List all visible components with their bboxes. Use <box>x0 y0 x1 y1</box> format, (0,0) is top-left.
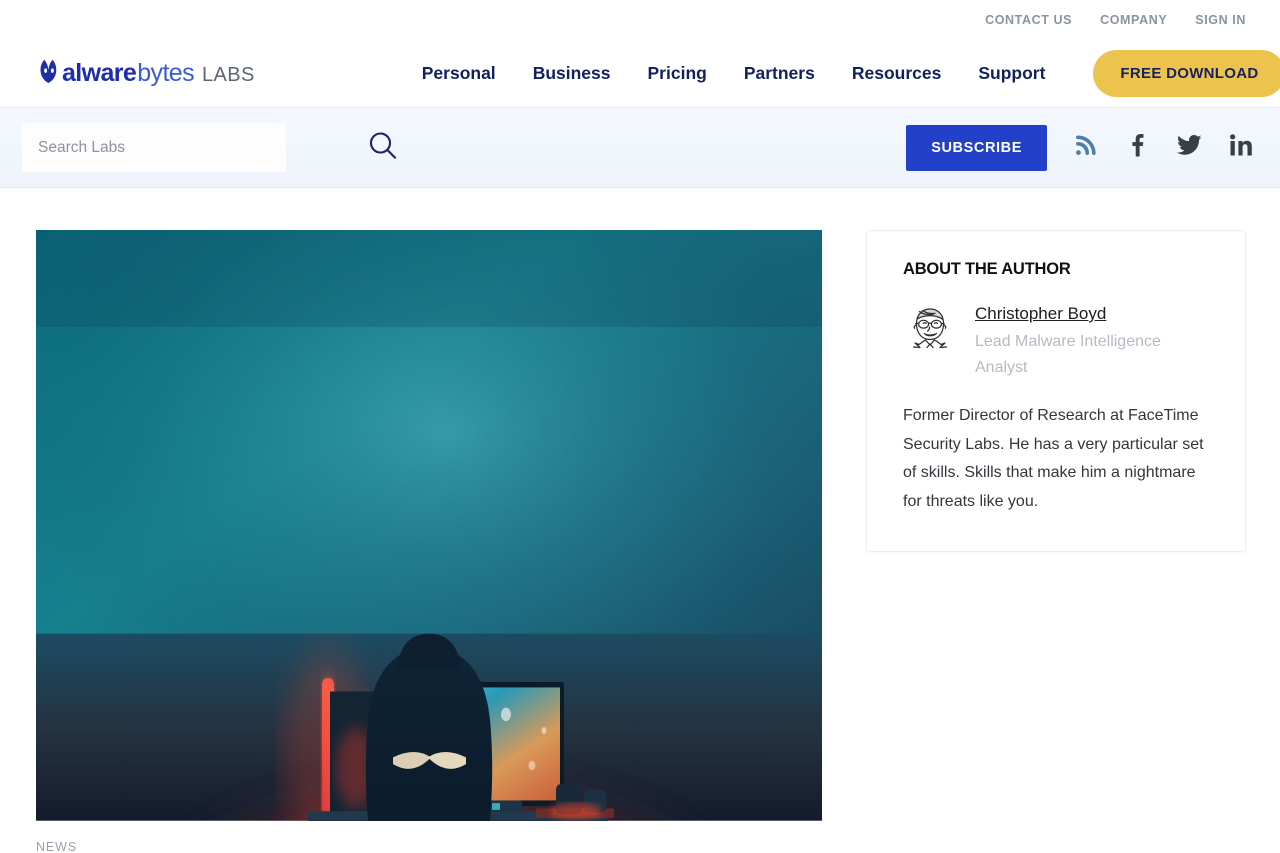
nav-item-partners[interactable]: Partners <box>744 63 815 84</box>
twitter-icon <box>1176 134 1202 161</box>
site-logo[interactable]: alware bytes LABS <box>36 59 255 89</box>
social-links <box>1070 133 1256 163</box>
about-the-author-card: ABOUT THE AUTHOR Christopher Boyd Lead M… <box>866 230 1246 552</box>
article-category[interactable]: NEWS <box>36 840 822 853</box>
utility-link-company[interactable]: COMPANY <box>1100 13 1167 27</box>
main-navigation: alware bytes LABS Personal Business Pric… <box>0 40 1280 108</box>
author-role: Lead Malware Intelligence Analyst <box>975 332 1161 376</box>
search-icon <box>366 129 400 166</box>
logo-text-alware: alware <box>62 59 137 87</box>
linkedin-icon <box>1229 133 1253 162</box>
nav-item-business[interactable]: Business <box>533 63 611 84</box>
utility-bar: CONTACT US COMPANY SIGN IN <box>0 0 1280 40</box>
search-input[interactable] <box>22 123 286 172</box>
author-meta: Christopher Boyd Lead Malware Intelligen… <box>975 302 1187 380</box>
rss-link[interactable] <box>1070 133 1100 163</box>
nav-item-support[interactable]: Support <box>978 63 1045 84</box>
sidebar: ABOUT THE AUTHOR Christopher Boyd Lead M… <box>866 230 1246 821</box>
nav-item-resources[interactable]: Resources <box>852 63 942 84</box>
utility-link-sign-in[interactable]: SIGN IN <box>1195 13 1246 27</box>
nav-links: Personal Business Pricing Partners Resou… <box>422 63 1046 84</box>
linkedin-link[interactable] <box>1226 133 1256 163</box>
logo-text-labs: LABS <box>202 64 255 86</box>
labs-search-bar: SUBSCRIBE <box>0 108 1280 188</box>
rss-icon <box>1074 134 1097 162</box>
twitter-link[interactable] <box>1174 133 1204 163</box>
nav-item-personal[interactable]: Personal <box>422 63 496 84</box>
labs-bar-actions: SUBSCRIBE <box>906 124 1256 171</box>
page-body: NEWS New streaming ad technology plays h… <box>0 188 1280 853</box>
free-download-button[interactable]: FREE DOWNLOAD <box>1093 50 1280 97</box>
malwarebytes-m-icon <box>36 59 62 89</box>
author-row: Christopher Boyd Lead Malware Intelligen… <box>903 302 1211 380</box>
nav-item-pricing[interactable]: Pricing <box>648 63 707 84</box>
logo-text-bytes: bytes <box>137 59 194 87</box>
article-hero-image[interactable] <box>36 230 822 821</box>
author-name[interactable]: Christopher Boyd <box>975 304 1106 323</box>
facebook-icon <box>1126 133 1148 162</box>
subscribe-button[interactable]: SUBSCRIBE <box>906 124 1047 171</box>
author-avatar <box>903 302 957 356</box>
author-bio: Former Director of Research at FaceTime … <box>903 407 1204 510</box>
facebook-link[interactable] <box>1122 133 1152 163</box>
article-column: NEWS New streaming ad technology plays h… <box>36 230 822 853</box>
search-submit-button[interactable] <box>362 125 404 170</box>
utility-link-contact-us[interactable]: CONTACT US <box>985 13 1072 27</box>
about-the-author-title: ABOUT THE AUTHOR <box>903 260 1071 278</box>
